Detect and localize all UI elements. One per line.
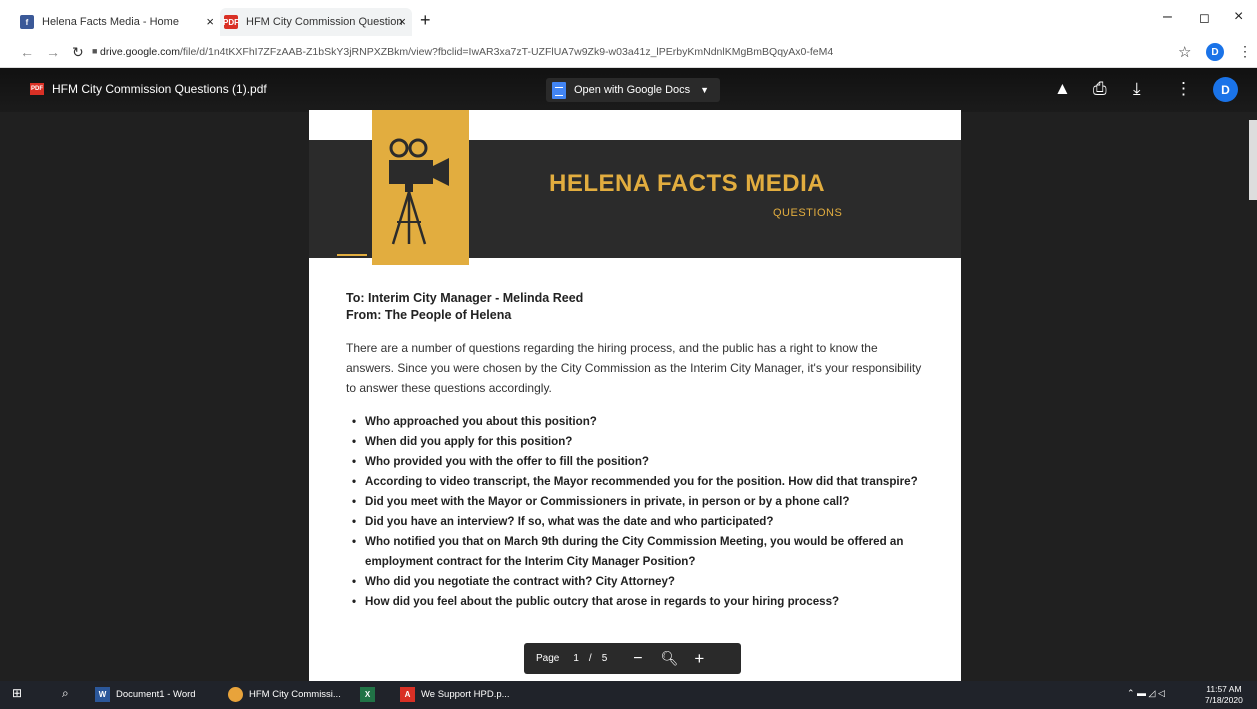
windows-start-icon[interactable]: ⊞ <box>12 686 22 700</box>
facebook-icon: f <box>20 15 34 29</box>
page-label: Page <box>536 653 560 664</box>
pdf-viewer: PDF HFM City Commission Questions (1).pd… <box>0 68 1257 682</box>
tab-helena-home[interactable]: f Helena Facts Media - Home × <box>20 8 220 36</box>
recipient-line: To: Interim City Manager - Melinda Reed <box>346 291 584 305</box>
page-navigator: Page 1 / 5 − 🔍︎ + <box>524 643 741 674</box>
browser-tab-strip: f Helena Facts Media - Home × PDF HFM Ci… <box>0 0 1257 38</box>
taskbar-label: We Support HPD.p... <box>421 689 510 700</box>
list-item: Did you meet with the Mayor or Commissio… <box>346 492 926 512</box>
brand-subtitle: QUESTIONS <box>773 207 843 219</box>
divider <box>413 254 453 256</box>
taskbar-label: Document1 - Word <box>116 689 196 700</box>
page-total: 5 <box>601 653 608 664</box>
taskbar-item-pdf[interactable]: A We Support HPD.p... <box>400 687 510 702</box>
divider <box>337 254 367 256</box>
tab-close-icon[interactable]: × <box>206 14 214 29</box>
question-list: Who approached you about this position? … <box>346 412 926 612</box>
browser-menu-icon[interactable]: ⋮ <box>1238 43 1252 60</box>
viewer-profile-avatar[interactable]: D <box>1213 77 1238 102</box>
google-docs-icon <box>552 81 566 99</box>
reload-icon[interactable]: ↻ <box>72 44 84 61</box>
system-clock[interactable]: 11:57 AM 7/18/2020 <box>1205 684 1243 706</box>
file-name: HFM City Commission Questions (1).pdf <box>52 82 267 96</box>
list-item: According to video transcript, the Mayor… <box>346 472 926 492</box>
list-item: Who notified you that on March 9th durin… <box>346 532 926 572</box>
pdf-icon: PDF <box>223 15 239 29</box>
viewer-header: PDF HFM City Commission Questions (1).pd… <box>0 68 1257 112</box>
search-icon[interactable]: ⌕ <box>62 686 69 701</box>
close-window-icon[interactable]: × <box>1234 8 1243 26</box>
open-with-google-docs-button[interactable]: Open with Google Docs ▼ <box>546 78 720 102</box>
taskbar-item-excel[interactable]: X <box>360 687 381 702</box>
list-item: Who approached you about this position? <box>346 412 926 432</box>
chevron-down-icon[interactable]: ▼ <box>700 85 709 95</box>
address-bar: ← → ↻ ■ drive.google.com/file/d/1n4tKXFh… <box>0 38 1257 68</box>
tab-title: Helena Facts Media - Home <box>42 16 179 28</box>
taskbar-item-chrome[interactable]: HFM City Commissi... <box>228 687 341 702</box>
url-field[interactable]: drive.google.com/file/d/1n4tKXFhI7ZFzAAB… <box>100 46 833 58</box>
page-current[interactable]: 1 <box>573 653 579 664</box>
open-with-label: Open with Google Docs <box>574 84 691 96</box>
system-tray-icons[interactable]: ⌃ ▬ ◿ ◁ <box>1127 688 1165 699</box>
sender-line: From: The People of Helena <box>346 308 512 322</box>
add-to-drive-icon[interactable]: ▲ <box>1054 79 1071 99</box>
windows-taskbar: ⊞ ⌕ W Document1 - Word HFM City Commissi… <box>0 681 1257 709</box>
clock-time: 11:57 AM <box>1206 684 1242 694</box>
tab-close-icon[interactable]: × <box>398 14 406 29</box>
print-icon[interactable]: ⎙ <box>1093 79 1107 99</box>
lock-icon: ■ <box>92 46 98 56</box>
pdf-page: HELENA FACTS MEDIA QUESTIONS To: Interim… <box>309 110 961 682</box>
movie-camera-icon <box>389 138 449 245</box>
download-icon[interactable]: ⤓ <box>1133 79 1141 99</box>
url-path: /file/d/1n4tKXFhI7ZFzAAB-Z1bSkY3jRNPXZBk… <box>179 46 834 58</box>
intro-paragraph: There are a number of questions regardin… <box>346 341 922 395</box>
scrollbar-thumb[interactable] <box>1249 120 1257 200</box>
bookmark-star-icon[interactable]: ☆ <box>1178 43 1191 61</box>
zoom-icon[interactable]: 🔍︎ <box>661 650 679 667</box>
taskbar-item-word[interactable]: W Document1 - Word <box>95 687 196 702</box>
minimize-icon[interactable]: – <box>1163 8 1172 26</box>
profile-avatar[interactable]: D <box>1206 43 1224 61</box>
word-icon: W <box>95 687 110 702</box>
zoom-out-icon[interactable]: − <box>633 650 642 668</box>
back-icon[interactable]: ← <box>20 44 34 60</box>
taskbar-label: HFM City Commissi... <box>249 689 341 700</box>
url-host: drive.google.com <box>100 46 180 58</box>
forward-icon[interactable]: → <box>46 44 60 60</box>
new-tab-button[interactable]: + <box>420 10 431 31</box>
maximize-icon[interactable]: ◻ <box>1199 10 1210 26</box>
document-body: To: Interim City Manager - Melinda Reed … <box>346 290 926 612</box>
list-item: Did you have an interview? If so, what w… <box>346 512 926 532</box>
brand-title: HELENA FACTS MEDIA <box>549 170 826 197</box>
more-options-icon[interactable]: ⋮ <box>1175 79 1192 99</box>
tab-title: HFM City Commission Question <box>246 16 403 28</box>
clock-date: 7/18/2020 <box>1205 695 1243 705</box>
list-item: Who did you negotiate the contract with?… <box>346 572 926 592</box>
list-item: Who provided you with the offer to fill … <box>346 452 926 472</box>
excel-icon: X <box>360 687 375 702</box>
pdf-reader-icon: A <box>400 687 415 702</box>
zoom-in-icon[interactable]: + <box>694 649 704 669</box>
pdf-file-icon: PDF <box>30 83 44 95</box>
tab-hfm-pdf[interactable]: PDF HFM City Commission Question × <box>220 8 412 36</box>
chrome-icon <box>228 687 243 702</box>
page-separator: / <box>588 653 592 664</box>
list-item: How did you feel about the public outcry… <box>346 592 926 612</box>
list-item: When did you apply for this position? <box>346 432 926 452</box>
